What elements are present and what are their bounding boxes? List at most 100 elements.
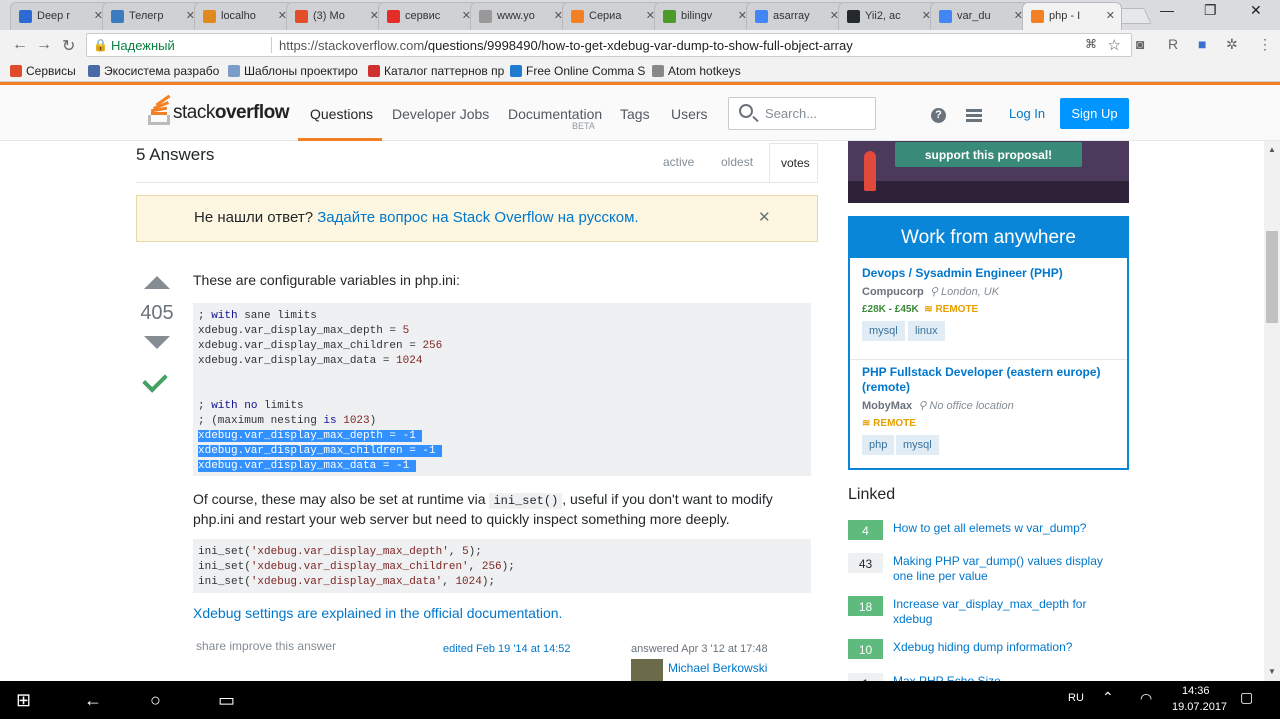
browser-tab[interactable]: asarray ✕ <box>746 2 846 30</box>
wifi-icon: ≋ <box>924 304 933 315</box>
bookmark-item[interactable]: Шаблоны проектиро <box>228 64 358 78</box>
stackoverflow-logo[interactable]: stackoverflow <box>148 94 290 125</box>
bookmark-item[interactable]: Atom hotkeys <box>652 64 741 78</box>
browser-tab-active[interactable]: php - I ✕ <box>1022 2 1122 30</box>
code-token: 5 <box>462 546 469 558</box>
page-scrollbar[interactable]: ▲ ▼ <box>1264 141 1280 681</box>
jobs-title[interactable]: Work from anywhere <box>850 218 1127 258</box>
linked-question-link[interactable]: Making PHP var_dump() values display one… <box>893 554 1113 584</box>
windows-start-icon[interactable]: ⊞ <box>16 690 31 711</box>
browser-tab[interactable]: (3) Мо ✕ <box>286 2 386 30</box>
language-indicator[interactable]: RU <box>1068 692 1084 704</box>
scrollbar-thumb[interactable] <box>1266 231 1278 323</box>
nav-questions[interactable]: Questions <box>310 106 373 122</box>
sort-tab-oldest[interactable]: oldest <box>721 155 753 169</box>
search-icon[interactable]: ○ <box>150 690 161 711</box>
close-icon[interactable]: ✕ <box>758 208 771 226</box>
bookmark-item[interactable]: Экосистема разрабо <box>88 64 219 78</box>
clock-time[interactable]: 14:36 <box>1182 685 1210 697</box>
tab-favicon-icon <box>387 10 400 23</box>
bookmark-item[interactable]: Каталог паттернов пр <box>368 64 504 78</box>
browser-tab[interactable]: сервис ✕ <box>378 2 478 30</box>
login-link[interactable]: Log In <box>1009 106 1045 121</box>
close-window-icon[interactable]: ✕ <box>1250 2 1262 19</box>
code-block-ini: ; with sane limits xdebug.var_display_max… <box>193 303 811 476</box>
minimize-icon[interactable]: — <box>1160 2 1174 18</box>
linked-question-link[interactable]: Xdebug hiding dump information? <box>893 640 1113 655</box>
notice-link[interactable]: Задайте вопрос на Stack Overflow на русс… <box>317 209 638 226</box>
browser-menu-icon[interactable]: ⋮ <box>1258 36 1272 53</box>
code-token: 'xdebug.var_display_max_depth' <box>250 546 449 558</box>
tab-favicon-icon <box>847 10 860 23</box>
browser-tab[interactable]: localho ✕ <box>194 2 294 30</box>
nav-documentation[interactable]: Documentation <box>508 106 602 122</box>
logo-bold: overflow <box>214 102 290 123</box>
code-token: ; <box>198 400 212 412</box>
linked-vote-count: 4 <box>848 520 883 540</box>
nav-users[interactable]: Users <box>671 106 708 122</box>
bookmark-item[interactable]: Free Online Comma S <box>510 64 645 78</box>
sort-tab-active[interactable]: active <box>663 155 694 169</box>
job-title-devops[interactable]: Devops / Sysadmin Engineer (PHP) <box>862 266 1122 281</box>
browser-tab[interactable]: www.yo ✕ <box>470 2 570 30</box>
area51-ad-banner[interactable]: support this proposal! <box>848 141 1129 203</box>
search-input[interactable]: Search... <box>728 97 876 130</box>
share-link[interactable]: share <box>196 639 226 653</box>
browser-tab[interactable]: Deep r ✕ <box>10 2 110 30</box>
back-arrow-icon[interactable]: ← <box>84 690 102 711</box>
linked-question-link[interactable]: How to get all elemets w var_dump? <box>893 521 1113 536</box>
site-switcher-icon[interactable] <box>966 109 982 123</box>
job-tag-php[interactable]: php <box>862 435 895 455</box>
browser-tab[interactable]: var_du ✕ <box>930 2 1030 30</box>
job-tag-linux[interactable]: linux <box>908 321 945 341</box>
nav-developer-jobs[interactable]: Developer Jobs <box>392 106 489 122</box>
support-proposal-button[interactable]: support this proposal! <box>895 142 1082 167</box>
help-icon[interactable]: ? <box>931 108 946 123</box>
post-menu: share improve this answer <box>196 639 336 653</box>
address-bar[interactable]: 🔒 Надежный https://stackoverflow.com/que… <box>86 33 1132 57</box>
author-link[interactable]: Michael Berkowski <box>668 661 767 675</box>
browser-tab[interactable]: Сериа ✕ <box>562 2 662 30</box>
job-title-php-fullstack[interactable]: PHP Fullstack Developer (eastern europe)… <box>862 365 1122 395</box>
reload-icon[interactable]: ↻ <box>62 36 75 56</box>
scroll-down-icon[interactable]: ▼ <box>1268 667 1276 676</box>
rss-extension-icon[interactable]: ■ <box>1198 36 1206 52</box>
sort-tab-votes[interactable]: votes <box>769 143 818 183</box>
linked-question-link[interactable]: Increase var_display_max_depth for xdebu… <box>893 597 1113 627</box>
settings-extension-icon[interactable]: ✲ <box>1226 36 1238 53</box>
bookmark-item[interactable]: Сервисы <box>10 64 76 78</box>
code-token: ; (maximum nesting <box>198 415 324 427</box>
improve-link[interactable]: improve this answer <box>229 639 336 653</box>
tray-expand-icon[interactable]: ⌃ <box>1102 689 1114 706</box>
xdebug-docs-link[interactable]: Xdebug settings are explained in the off… <box>193 605 562 621</box>
tab-close-icon[interactable]: ✕ <box>1106 9 1115 22</box>
job-tag-mysql[interactable]: mysql <box>862 321 905 341</box>
notifications-icon[interactable]: ▢ <box>1240 689 1253 706</box>
forward-icon[interactable]: → <box>36 36 52 54</box>
translate-icon[interactable]: ⌘ <box>1085 37 1097 51</box>
nav-tags[interactable]: Tags <box>620 106 650 122</box>
bookmark-star-icon[interactable]: ☆ <box>1108 36 1121 54</box>
r-extension-icon[interactable]: R <box>1168 36 1178 52</box>
job-location-text: No office location <box>929 400 1014 412</box>
clock-date[interactable]: 19.07.2017 <box>1172 701 1227 713</box>
code-token: 256 <box>422 340 443 352</box>
back-icon[interactable]: ← <box>12 36 28 54</box>
wifi-icon[interactable]: ◠ <box>1140 690 1152 707</box>
browser-tab[interactable]: Yii2, ac ✕ <box>838 2 938 30</box>
task-view-icon[interactable]: ▭ <box>218 690 235 711</box>
tab-favicon-icon <box>939 10 952 23</box>
camera-extension-icon[interactable]: ◙ <box>1136 36 1144 52</box>
upvote-arrow-icon[interactable] <box>144 276 170 289</box>
edited-timestamp[interactable]: edited Feb 19 '14 at 14:52 <box>443 643 570 655</box>
browser-tab[interactable]: Телегр ✕ <box>102 2 202 30</box>
maximize-icon[interactable]: ❐ <box>1204 2 1217 19</box>
avatar[interactable] <box>631 659 663 681</box>
signup-button[interactable]: Sign Up <box>1060 98 1129 129</box>
browser-tab[interactable]: bilingv ✕ <box>654 2 754 30</box>
scroll-up-icon[interactable]: ▲ <box>1268 145 1276 154</box>
address-separator <box>271 37 272 53</box>
downvote-arrow-icon[interactable] <box>144 336 170 349</box>
lock-icon: 🔒 <box>93 38 108 52</box>
job-tag-mysql[interactable]: mysql <box>896 435 939 455</box>
